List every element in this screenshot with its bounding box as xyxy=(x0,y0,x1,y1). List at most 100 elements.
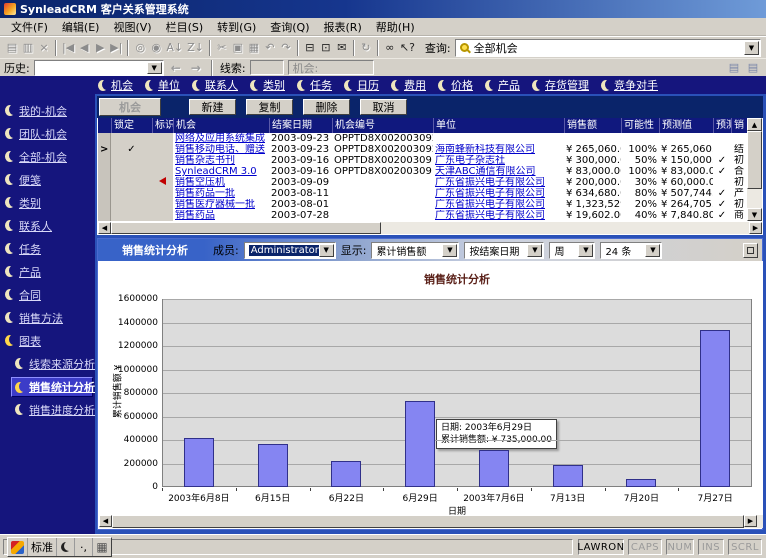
name-link[interactable]: 销售移动电话、赠送 xyxy=(175,144,265,155)
table-vertical-scrollbar[interactable]: ▲ ▼ xyxy=(747,118,762,221)
query-dropdown-arrow[interactable]: ▼ xyxy=(744,41,759,55)
scroll-down-button[interactable]: ▼ xyxy=(747,208,762,221)
vertical-scroll-thumb[interactable] xyxy=(747,131,762,189)
company-link[interactable]: 天津ABC通信有限公司 xyxy=(435,166,536,177)
column-header-结案日期[interactable]: 结案日期 xyxy=(269,118,332,133)
name-link[interactable]: 网络及应用系统集成 xyxy=(175,133,265,144)
sort-ascending-icon[interactable]: A↓ xyxy=(164,39,185,57)
company-link[interactable]: 广东省振兴电子有限公司 xyxy=(435,177,545,188)
name-link[interactable]: 销售空压机 xyxy=(175,177,225,188)
tab-产品[interactable]: 产品 xyxy=(483,76,528,94)
column-header-机会[interactable]: 机会 xyxy=(173,118,269,133)
sidebar-item-合同[interactable]: 合同 xyxy=(0,283,95,306)
back-arrow-icon[interactable]: ← xyxy=(168,61,184,75)
display-combobox[interactable]: 累计销售额 ▼ xyxy=(371,242,459,259)
sidebar-item-线索来源分析[interactable]: 线索来源分析 xyxy=(0,352,95,375)
period-combobox[interactable]: 周 ▼ xyxy=(549,242,595,259)
preview-icon[interactable]: ◉ xyxy=(148,39,164,57)
refresh-icon[interactable]: ↻ xyxy=(358,39,374,57)
bar-7月27日[interactable] xyxy=(700,330,730,487)
ime-fullwidth-icon[interactable] xyxy=(57,538,75,556)
sidebar-item-销售进度分析[interactable]: 销售进度分析 xyxy=(0,398,95,421)
name-link[interactable]: SynleadCRM 3.0 xyxy=(175,166,257,177)
bar-7月13日[interactable] xyxy=(553,465,583,487)
menu-item[interactable]: 转到(G) xyxy=(210,17,263,37)
tab-价格[interactable]: 价格 xyxy=(436,76,481,94)
detail-view-icon[interactable]: ▤ xyxy=(726,59,742,77)
maximize-chart-button[interactable] xyxy=(743,243,758,258)
menu-item[interactable]: 查询(Q) xyxy=(263,17,316,37)
company-link[interactable]: 海南蜂新科技有限公司 xyxy=(435,144,535,155)
member-dropdown-arrow[interactable]: ▼ xyxy=(319,244,334,257)
tab-任务[interactable]: 任务 xyxy=(295,76,340,94)
next-record-icon[interactable]: ▶ xyxy=(92,39,108,57)
sidebar-item-我的-机会[interactable]: 我的-机会 xyxy=(0,99,95,122)
ime-keyboard-icon[interactable]: ▦ xyxy=(93,538,111,556)
column-header-销售额[interactable]: 销售额 xyxy=(564,118,621,133)
menu-item[interactable]: 编辑(E) xyxy=(55,17,107,37)
tab-日历[interactable]: 日历 xyxy=(342,76,387,94)
取消-button[interactable]: 取消 xyxy=(360,99,407,115)
sidebar-item-销售统计分析[interactable]: 销售统计分析 xyxy=(11,377,93,397)
column-header-锁定[interactable]: 锁定 xyxy=(111,118,152,133)
sidebar-item-图表[interactable]: 图表 xyxy=(0,329,95,352)
column-header-标识[interactable]: 标识 xyxy=(152,118,173,133)
group-by-dropdown-arrow[interactable]: ▼ xyxy=(527,244,542,257)
opportunities-panel-tab[interactable]: 机会 xyxy=(99,98,161,116)
bar-6月29日[interactable] xyxy=(405,401,435,487)
ime-mode-button[interactable]: 标准 xyxy=(28,538,57,556)
card-view-icon[interactable]: ▤ xyxy=(745,59,761,77)
tab-竞争对手[interactable]: 竞争对手 xyxy=(599,76,666,94)
sort-descending-icon[interactable]: Z↓ xyxy=(185,39,206,57)
copy-icon[interactable]: ▣ xyxy=(230,39,246,57)
find-icon[interactable]: ∞ xyxy=(382,39,398,57)
cut-icon[interactable]: ✂ xyxy=(214,39,230,57)
ime-logo-icon[interactable] xyxy=(8,538,28,556)
scroll-right-button[interactable]: ▶ xyxy=(749,222,762,234)
print-icon[interactable]: ⊟ xyxy=(302,39,318,57)
last-record-icon[interactable]: ▶| xyxy=(108,39,124,57)
sidebar-item-便笺[interactable]: 便笺 xyxy=(0,168,95,191)
column-header-单位[interactable]: 单位 xyxy=(433,118,564,133)
bar-2003年7月6日[interactable] xyxy=(479,450,509,487)
name-link[interactable]: 销售药品 xyxy=(175,210,215,221)
menu-item[interactable]: 栏目(S) xyxy=(159,17,211,37)
horizontal-scroll-thumb[interactable] xyxy=(111,222,381,234)
chart-horizontal-scrollbar[interactable]: ◀ ▶ xyxy=(99,515,763,528)
forward-arrow-icon[interactable]: → xyxy=(188,61,204,75)
name-link[interactable]: 销售医疗器械一批 xyxy=(175,199,255,210)
menu-item[interactable]: 文件(F) xyxy=(4,17,55,37)
prev-record-icon[interactable]: ◀ xyxy=(76,39,92,57)
name-link[interactable]: 销售药品一批 xyxy=(175,188,235,199)
company-link[interactable]: 广东省振兴电子有限公司 xyxy=(435,210,545,221)
tab-机会[interactable]: 机会 xyxy=(96,76,141,94)
mail-icon[interactable]: ✉ xyxy=(334,39,350,57)
bar-6月22日[interactable] xyxy=(331,461,361,487)
help-pointer-icon[interactable]: ↖? xyxy=(398,39,417,57)
new-record-icon[interactable]: ▤ xyxy=(4,39,20,57)
chart-scroll-thumb[interactable] xyxy=(112,515,744,528)
count-combobox[interactable]: 24 条 ▼ xyxy=(600,242,662,259)
ime-punctuation-icon[interactable]: ·, xyxy=(75,538,93,556)
sidebar-item-团队-机会[interactable]: 团队-机会 xyxy=(0,122,95,145)
scroll-left-button[interactable]: ◀ xyxy=(98,222,111,234)
sidebar-item-联系人[interactable]: 联系人 xyxy=(0,214,95,237)
tab-存货管理[interactable]: 存货管理 xyxy=(530,76,597,94)
删除-button[interactable]: 删除 xyxy=(303,99,350,115)
company-link[interactable]: 广东省振兴电子有限公司 xyxy=(435,188,545,199)
paste-icon[interactable]: ▦ xyxy=(246,39,262,57)
export-icon[interactable]: ⊡ xyxy=(318,39,334,57)
scroll-up-button[interactable]: ▲ xyxy=(747,118,762,131)
edit-record-icon[interactable]: ▥ xyxy=(20,39,36,57)
chart-scroll-left-button[interactable]: ◀ xyxy=(99,515,112,527)
member-combobox[interactable]: Administrator ▼ xyxy=(244,242,336,259)
company-link[interactable]: 广东省振兴电子有限公司 xyxy=(435,199,545,210)
column-header-销[interactable]: 销 xyxy=(731,118,747,133)
menu-item[interactable]: 帮助(H) xyxy=(369,17,422,37)
delete-record-icon[interactable]: × xyxy=(36,39,52,57)
column-header-预测值[interactable]: 预测值 xyxy=(659,118,713,133)
display-dropdown-arrow[interactable]: ▼ xyxy=(442,244,457,257)
bar-2003年6月8日[interactable] xyxy=(184,438,214,487)
sidebar-item-销售方法[interactable]: 销售方法 xyxy=(0,306,95,329)
bar-7月20日[interactable] xyxy=(626,479,656,487)
